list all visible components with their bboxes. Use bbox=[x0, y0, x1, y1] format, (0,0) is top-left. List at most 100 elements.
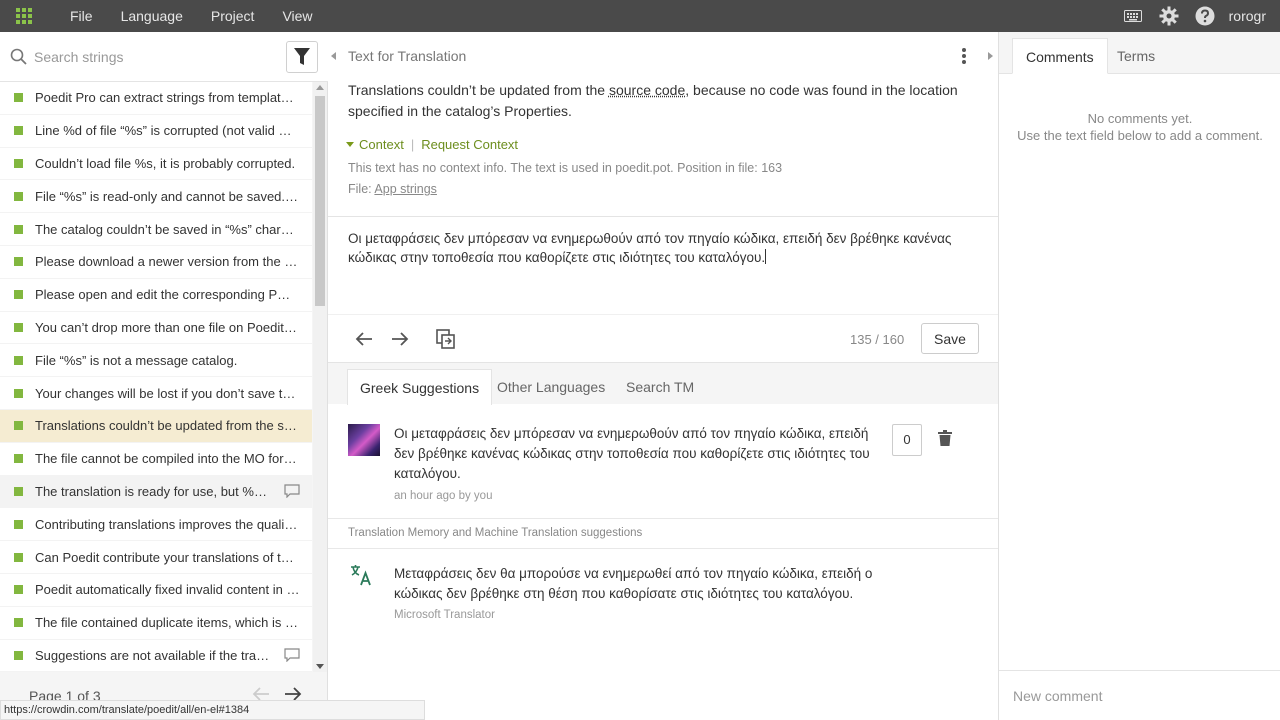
string-text: The catalog couldn’t be saved in “%s” ch… bbox=[35, 222, 312, 237]
search-icon bbox=[10, 48, 28, 66]
no-comments-line: Use the text field below to add a commen… bbox=[999, 127, 1280, 144]
new-comment-area bbox=[999, 670, 1280, 720]
new-comment-input[interactable] bbox=[1013, 685, 1263, 707]
vote-count[interactable]: 0 bbox=[892, 424, 922, 456]
status-square bbox=[14, 553, 23, 562]
list-item[interactable]: Couldn’t load file %s, it is probably co… bbox=[0, 148, 312, 181]
tm-header-text: Translation Memory and Machine Translati… bbox=[348, 527, 642, 539]
save-button[interactable]: Save bbox=[921, 323, 979, 354]
suggestion-tabs: Greek Suggestions Other Languages Search… bbox=[328, 362, 998, 404]
gear-icon[interactable] bbox=[1151, 0, 1187, 32]
no-comments-line: No comments yet. bbox=[999, 110, 1280, 127]
separator: | bbox=[411, 137, 414, 152]
mt-source: Microsoft Translator bbox=[394, 609, 495, 621]
list-item[interactable]: File “%s” is read-only and cannot be sav… bbox=[0, 180, 312, 213]
list-item[interactable]: The translation is ready for use, but %d… bbox=[0, 476, 312, 509]
list-item[interactable]: Please open and edit the corresponding P… bbox=[0, 279, 312, 312]
list-item[interactable]: Suggestions are not available if the tra… bbox=[0, 640, 312, 672]
string-text: Contributing translations improves the q… bbox=[35, 517, 312, 532]
list-item[interactable]: The catalog couldn’t be saved in “%s” ch… bbox=[0, 213, 312, 246]
menu-project[interactable]: Project bbox=[197, 0, 269, 32]
list-item[interactable]: Please download a newer version from the… bbox=[0, 246, 312, 279]
help-icon[interactable] bbox=[1187, 0, 1223, 32]
status-square bbox=[14, 225, 23, 234]
list-item[interactable]: Your changes will be lost if you don’t s… bbox=[0, 377, 312, 410]
tab-comments[interactable]: Comments bbox=[1012, 38, 1108, 74]
list-item[interactable]: You can’t drop more than one file on Poe… bbox=[0, 312, 312, 345]
tab-other-languages[interactable]: Other Languages bbox=[485, 369, 617, 405]
arrow-right-icon bbox=[391, 331, 409, 347]
list-item[interactable]: Poedit Pro can extract strings from temp… bbox=[0, 82, 312, 115]
list-item[interactable]: Poedit automatically fixed invalid conte… bbox=[0, 574, 312, 607]
string-text: The file cannot be compiled into the MO … bbox=[35, 451, 312, 466]
list-scrollbar[interactable] bbox=[313, 82, 327, 672]
comment-icon bbox=[284, 648, 300, 662]
status-square bbox=[14, 257, 23, 266]
file-label: File: bbox=[348, 182, 374, 196]
status-square bbox=[14, 421, 23, 430]
divider bbox=[328, 314, 998, 315]
top-bar: File Language Project View rorogr bbox=[0, 0, 1280, 32]
list-item[interactable]: Contributing translations improves the q… bbox=[0, 508, 312, 541]
list-item[interactable]: Can Poedit contribute your translations … bbox=[0, 541, 312, 574]
mt-suggestion-text[interactable]: Μεταφράσεις δεν θα μπορούσε να ενημερωθε… bbox=[394, 564, 884, 604]
status-square bbox=[14, 126, 23, 135]
username[interactable]: rorogr bbox=[1223, 8, 1280, 24]
strings-panel: Poedit Pro can extract strings from temp… bbox=[0, 32, 328, 720]
search-row bbox=[0, 32, 328, 82]
status-square bbox=[14, 651, 23, 660]
status-square bbox=[14, 618, 23, 627]
status-url: https://crowdin.com/translate/poedit/all… bbox=[0, 700, 425, 720]
menu-file[interactable]: File bbox=[56, 0, 107, 32]
filter-button[interactable] bbox=[286, 41, 318, 73]
suggestion-item[interactable]: Οι μεταφράσεις δεν μπόρεσαν να ενημερωθο… bbox=[328, 404, 998, 519]
character-counter: 135 / 160 bbox=[850, 332, 904, 347]
list-item-selected[interactable]: Translations couldn’t be updated from th… bbox=[0, 410, 312, 443]
arrow-left-icon bbox=[355, 331, 373, 347]
apps-grid-icon[interactable] bbox=[0, 0, 48, 32]
list-item[interactable]: Line %d of file “%s” is corrupted (not v… bbox=[0, 115, 312, 148]
status-square bbox=[14, 159, 23, 168]
context-toggle[interactable]: Context bbox=[359, 137, 404, 152]
tab-greek-suggestions[interactable]: Greek Suggestions bbox=[347, 369, 492, 405]
string-text: Translations couldn’t be updated from th… bbox=[35, 418, 312, 433]
more-options-icon[interactable] bbox=[956, 46, 972, 66]
editor-panel: Text for Translation Translations couldn… bbox=[328, 32, 998, 720]
tab-search-tm[interactable]: Search TM bbox=[614, 369, 706, 405]
scroll-thumb[interactable] bbox=[315, 96, 325, 306]
trash-icon[interactable] bbox=[938, 430, 952, 446]
status-square bbox=[14, 389, 23, 398]
string-text: Please open and edit the corresponding P… bbox=[35, 287, 312, 302]
collapse-left-arrow-icon[interactable] bbox=[331, 52, 337, 60]
tab-terms[interactable]: Terms bbox=[1104, 38, 1168, 74]
suggestion-text: Οι μεταφράσεις δεν μπόρεσαν να ενημερωθο… bbox=[394, 424, 884, 484]
source-text-part: Translations couldn’t be updated from th… bbox=[348, 82, 609, 98]
previous-string-button[interactable] bbox=[352, 327, 376, 351]
status-square bbox=[14, 192, 23, 201]
microsoft-translator-icon bbox=[350, 564, 372, 586]
status-square bbox=[14, 356, 23, 365]
scroll-down-arrow-icon[interactable] bbox=[316, 664, 324, 669]
source-header: Text for Translation bbox=[348, 48, 466, 64]
source-code-term[interactable]: source code bbox=[609, 82, 685, 98]
keyboard-icon[interactable] bbox=[1115, 0, 1151, 32]
collapse-right-arrow-icon[interactable] bbox=[987, 52, 993, 60]
file-link[interactable]: App strings bbox=[374, 182, 437, 196]
suggestion-meta: an hour ago by you bbox=[394, 490, 492, 502]
list-item[interactable]: The file cannot be compiled into the MO … bbox=[0, 443, 312, 476]
status-square bbox=[14, 454, 23, 463]
copy-source-button[interactable] bbox=[434, 327, 458, 351]
status-square bbox=[14, 520, 23, 529]
search-input[interactable] bbox=[34, 44, 274, 70]
translation-textarea[interactable]: Οι μεταφράσεις δεν μπόρεσαν να ενημερωθο… bbox=[348, 229, 978, 267]
list-item[interactable]: The file contained duplicate items, whic… bbox=[0, 607, 312, 640]
list-item[interactable]: File “%s” is not a message catalog. bbox=[0, 344, 312, 377]
string-text: Can Poedit contribute your translations … bbox=[35, 550, 312, 565]
next-string-button[interactable] bbox=[388, 327, 412, 351]
request-context-link[interactable]: Request Context bbox=[421, 137, 518, 152]
menu-language[interactable]: Language bbox=[107, 0, 197, 32]
scroll-up-arrow-icon[interactable] bbox=[316, 85, 324, 90]
menu-view[interactable]: View bbox=[268, 0, 326, 32]
comment-icon bbox=[284, 484, 300, 498]
string-text: The file contained duplicate items, whic… bbox=[35, 615, 312, 630]
